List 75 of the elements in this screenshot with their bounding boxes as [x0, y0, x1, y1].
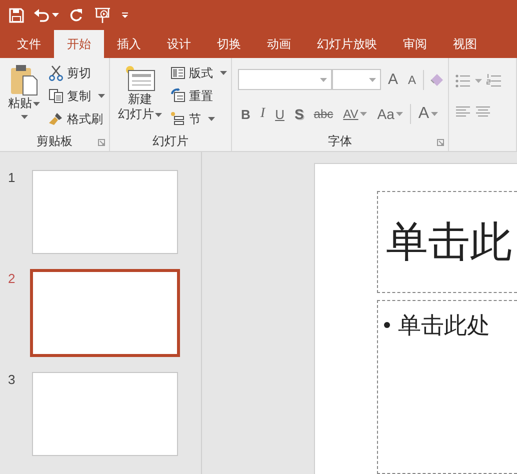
font-color-button[interactable]: A [415, 105, 442, 123]
clipboard-icon [10, 64, 38, 96]
redo-icon[interactable] [69, 8, 84, 22]
ribbon-tab[interactable]: 动画 [254, 30, 304, 58]
scissors-icon [48, 65, 64, 81]
caret-icon [360, 112, 368, 116]
caret-icon [52, 13, 59, 17]
new-slide-button[interactable]: 新建 幻灯片 [116, 64, 164, 131]
caret-icon [20, 115, 28, 119]
italic-button[interactable]: I [257, 106, 268, 122]
copy-icon [48, 88, 64, 104]
spacing-button[interactable]: AV [340, 107, 370, 121]
caret-icon [431, 112, 438, 116]
new-slide-icon [124, 64, 156, 92]
copy-button[interactable]: 复制 [48, 87, 105, 105]
case-button[interactable]: Aa [374, 106, 406, 122]
customize-icon[interactable] [121, 12, 129, 18]
undo-icon[interactable] [34, 8, 50, 22]
caret-icon [320, 78, 327, 82]
reset-button[interactable]: 重置 [170, 87, 227, 105]
placeholder-text: 单击此处 [398, 311, 490, 339]
bullets-icon[interactable] [455, 74, 472, 88]
shrink-font-button[interactable]: A [405, 72, 420, 86]
underline-button[interactable]: U [272, 106, 288, 122]
ribbon-tab[interactable]: 文件 [4, 30, 54, 58]
ribbon-tab[interactable]: 插入 [104, 30, 154, 58]
group-label: 幻灯片 [152, 132, 188, 150]
eraser-icon[interactable] [428, 72, 444, 88]
layout-button[interactable]: 版式 [170, 64, 227, 82]
layout-icon [170, 65, 186, 81]
shadow-button[interactable]: S [291, 106, 307, 122]
slide-number: 2 [7, 271, 16, 286]
ribbon-tab[interactable]: 幻灯片放映 [304, 30, 390, 58]
strike-button[interactable]: abc [310, 107, 336, 121]
ribbon-tab[interactable]: 视图 [440, 30, 490, 58]
cut-button[interactable]: 剪切 [48, 64, 105, 82]
caret-icon [98, 94, 105, 98]
content-placeholder[interactable]: 单击此处 [377, 300, 517, 474]
caret-icon [155, 112, 162, 116]
ribbon-tab[interactable]: 审阅 [390, 30, 440, 58]
paste-button[interactable]: 粘贴 [6, 64, 42, 131]
ribbon-tab[interactable]: 设计 [154, 30, 204, 58]
group-label: 剪贴板 [36, 132, 72, 150]
title-placeholder[interactable]: 单击此 [377, 191, 517, 293]
bold-button[interactable]: B [238, 106, 254, 122]
align-left-icon[interactable] [455, 106, 472, 118]
caret-icon [208, 117, 215, 121]
dialog-launcher-icon[interactable] [437, 139, 444, 146]
numbering-icon[interactable] [486, 74, 502, 88]
font-name-field[interactable] [238, 69, 332, 90]
caret-icon [396, 112, 404, 116]
slide-number: 1 [7, 170, 16, 185]
save-icon[interactable] [9, 8, 24, 22]
slide-thumbnail[interactable] [32, 170, 178, 254]
section-button[interactable]: 节 [170, 110, 227, 128]
caret-icon [33, 102, 40, 106]
font-size-field[interactable] [332, 69, 381, 90]
align-center-icon[interactable] [475, 106, 492, 118]
caret-icon [220, 71, 227, 75]
slideshow-icon[interactable] [94, 6, 111, 24]
bullet-icon [384, 322, 390, 328]
section-icon [170, 111, 186, 127]
slide-thumbnail[interactable] [32, 372, 178, 456]
dialog-launcher-icon[interactable] [98, 139, 105, 146]
ribbon-tab[interactable]: 切换 [204, 30, 254, 58]
brush-icon [48, 111, 64, 127]
ribbon-tab[interactable]: 开始 [54, 30, 104, 58]
group-label: 字体 [328, 132, 352, 150]
grow-font-button[interactable]: A [385, 71, 402, 88]
painter-button[interactable]: 格式刷 [48, 110, 105, 128]
slide-thumbnail[interactable] [30, 269, 180, 357]
slide-number: 3 [7, 372, 16, 387]
reset-icon [170, 88, 186, 104]
caret-icon [475, 79, 482, 83]
caret-icon [369, 78, 376, 82]
